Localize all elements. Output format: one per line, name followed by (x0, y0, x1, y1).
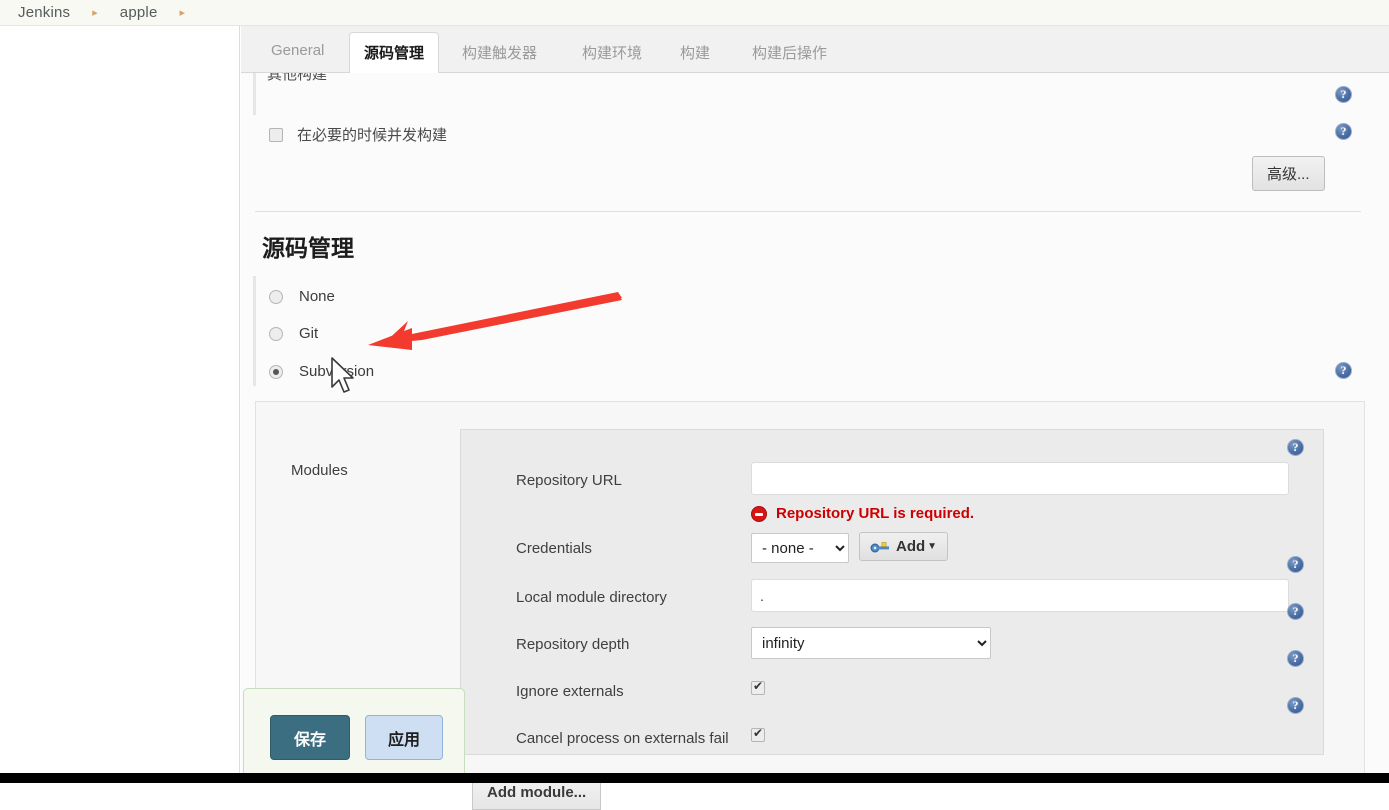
cancel-process-label: Cancel process on externals fail (516, 730, 729, 747)
config-form-region: 其他构建 在必要的时候并发构建 ? ? 高级... 源码管理 None Git … (241, 73, 1389, 810)
add-credentials-label: Add (896, 538, 926, 555)
tab-general[interactable]: General (257, 33, 338, 73)
repository-url-error: Repository URL is required. (751, 505, 974, 522)
modules-panel: Repository URL Repository URL is require… (460, 429, 1324, 755)
config-tab-strip: General 源码管理 构建触发器 构建环境 构建 构建后操作 (241, 26, 1389, 74)
radio-subversion-label: Subversion (299, 363, 375, 380)
chevron-down-icon: ▼ (927, 541, 938, 552)
page-title: 源码管理 (262, 235, 354, 261)
help-icon-cancel-process[interactable]: ? (1287, 697, 1304, 714)
section-divider (255, 211, 1361, 212)
screen-bottom-strip (0, 773, 1389, 783)
scm-option-subversion[interactable]: Subversion (269, 363, 374, 380)
help-icon-subversion[interactable]: ? (1335, 362, 1352, 379)
key-icon (870, 541, 889, 552)
help-icon-concurrent-build[interactable]: ? (1335, 123, 1352, 140)
tab-post-build[interactable]: 构建后操作 (738, 33, 841, 73)
local-module-directory-input[interactable] (751, 579, 1289, 612)
repository-url-input[interactable] (751, 462, 1289, 495)
radio-subversion[interactable] (269, 364, 283, 379)
save-button[interactable]: 保存 (270, 715, 350, 760)
breadcrumb-separator-icon-2: ▸ (179, 7, 186, 19)
clipped-checkbox-row-above: 其他构建 (267, 73, 328, 83)
advanced-button[interactable]: 高级... (1252, 156, 1325, 191)
concurrent-build-checkbox[interactable] (269, 127, 283, 142)
add-credentials-button[interactable]: Add ▼ (859, 532, 949, 561)
help-icon-repository-depth[interactable]: ? (1287, 603, 1304, 620)
credentials-label: Credentials (516, 540, 592, 557)
breadcrumb: Jenkins ▸ apple ▸ (0, 0, 1389, 26)
tab-source-management[interactable]: 源码管理 (349, 32, 440, 74)
radio-git-label: Git (299, 325, 319, 342)
help-icon-local-module-directory[interactable]: ? (1287, 556, 1304, 573)
help-icon-repository-url[interactable]: ? (1287, 439, 1304, 456)
scm-group-rule (253, 276, 256, 386)
breadcrumb-item-jenkins[interactable]: Jenkins (18, 4, 70, 21)
tab-build-environment[interactable]: 构建环境 (568, 33, 656, 73)
local-module-directory-label: Local module directory (516, 589, 667, 606)
cancel-process-checkbox[interactable] (751, 726, 765, 742)
repository-depth-select[interactable]: infinity (751, 627, 991, 659)
repository-depth-label: Repository depth (516, 636, 630, 653)
radio-none[interactable] (269, 289, 283, 304)
repository-url-error-text: Repository URL is required. (776, 505, 975, 522)
form-group-rule (253, 73, 256, 115)
concurrent-build-row[interactable]: 在必要的时候并发构建 (269, 124, 447, 145)
apply-button[interactable]: 应用 (365, 715, 443, 760)
form-action-bar: 保存 应用 (243, 688, 465, 778)
modules-label: Modules (291, 462, 348, 479)
concurrent-build-label: 在必要的时候并发构建 (297, 127, 448, 144)
repository-url-label: Repository URL (516, 472, 622, 489)
credentials-select[interactable]: - none - (751, 533, 849, 563)
breadcrumb-item-apple[interactable]: apple (120, 4, 158, 21)
tab-build-triggers[interactable]: 构建触发器 (448, 33, 551, 73)
help-icon-ignore-externals[interactable]: ? (1287, 650, 1304, 667)
sidebar-pane (0, 26, 240, 783)
tab-build[interactable]: 构建 (666, 33, 724, 73)
radio-git[interactable] (269, 326, 283, 341)
ignore-externals-checkbox[interactable] (751, 679, 765, 695)
error-icon (751, 505, 767, 522)
scm-option-git[interactable]: Git (269, 325, 318, 342)
help-icon-clipped[interactable]: ? (1335, 86, 1352, 103)
ignore-externals-label: Ignore externals (516, 683, 624, 700)
radio-none-label: None (299, 288, 335, 305)
config-main-pane: General 源码管理 构建触发器 构建环境 构建 构建后操作 其他构建 在必… (241, 26, 1389, 810)
breadcrumb-separator-icon: ▸ (92, 7, 98, 19)
scm-option-none[interactable]: None (269, 288, 335, 305)
